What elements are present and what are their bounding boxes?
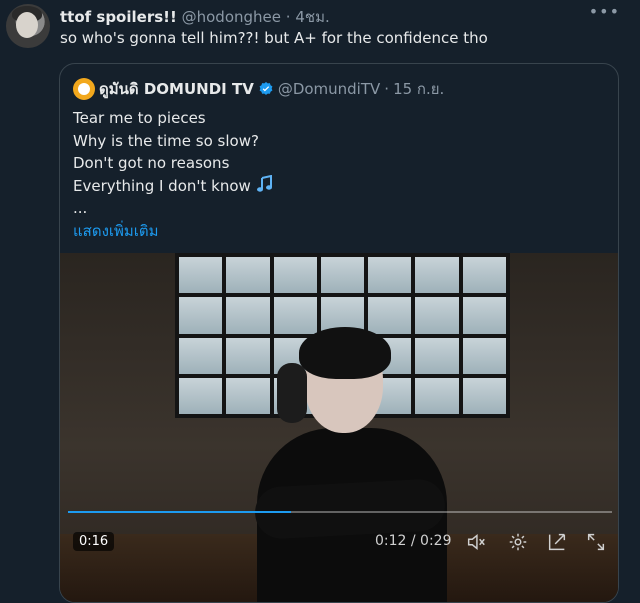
show-more-link[interactable]: แสดงเพิ่มเติม [73, 220, 278, 243]
avatar[interactable] [6, 4, 50, 48]
tweet-text: so who's gonna tell him??! but A+ for th… [60, 29, 488, 47]
separator: · [285, 8, 291, 26]
video-progress-fill [68, 511, 292, 513]
gear-icon[interactable] [507, 531, 529, 553]
video-time-display: 0:12 / 0:29 [375, 533, 452, 549]
action-row [60, 580, 600, 588]
tweet-time[interactable]: 4ชม. [295, 8, 329, 26]
quote-line-text: Everything I don't know [73, 176, 251, 195]
more-icon[interactable]: ••• [589, 2, 620, 21]
tweet-header: ttof spoilers!! @hodonghee · 4ชม. [60, 5, 600, 26]
fullscreen-icon[interactable] [585, 531, 607, 553]
quoted-tweet[interactable]: ดูมันดิ DOMUNDI TV @DomundiTV · 15 ก.ย. … [59, 63, 619, 603]
music-notes-icon [256, 174, 272, 192]
quote-header: ดูมันดิ DOMUNDI TV @DomundiTV · 15 ก.ย. [73, 78, 444, 100]
video-progress-bar[interactable] [68, 511, 612, 513]
verified-badge-icon [259, 82, 273, 95]
quote-date[interactable]: 15 ก.ย. [393, 77, 444, 101]
volume-muted-icon[interactable] [465, 531, 487, 553]
quote-line: Don't got no reasons [73, 154, 230, 172]
quote-text: Tear me to pieces Why is the time so slo… [73, 107, 278, 242]
video-player[interactable]: 0:16 0:12 / 0:29 [60, 253, 618, 602]
video-remaining-time: 0:16 [73, 532, 115, 551]
quote-ellipsis: ... [73, 199, 88, 217]
author-handle[interactable]: @hodonghee [182, 8, 281, 26]
video-subject [235, 323, 455, 602]
quote-separator: · [384, 80, 390, 98]
quote-avatar[interactable] [73, 78, 95, 100]
quote-line: Tear me to pieces [73, 109, 206, 127]
picture-in-picture-icon[interactable] [546, 531, 568, 553]
author-name[interactable]: ttof spoilers!! [60, 8, 177, 26]
quote-author-name[interactable]: ดูมันดิ DOMUNDI TV [99, 77, 254, 101]
quote-line: Why is the time so slow? [73, 131, 259, 150]
quote-line: Everything I don't know [73, 174, 278, 198]
quote-author-handle[interactable]: @DomundiTV [278, 80, 380, 98]
